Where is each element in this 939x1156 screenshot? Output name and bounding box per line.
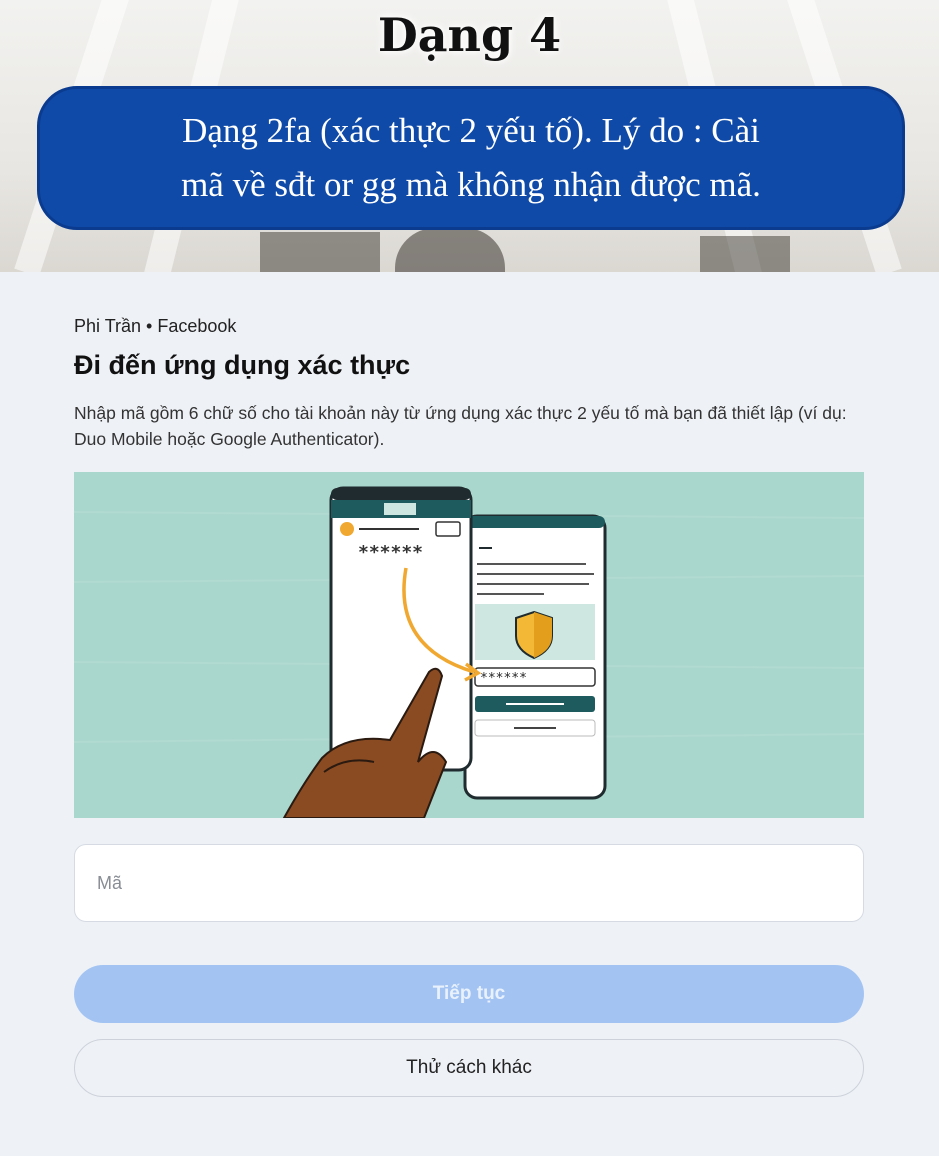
masked-code-right: ****** [480,671,527,686]
callout-line-2: mã về sđt or gg mà không nhận được mã. [181,165,761,204]
callout-box: Dạng 2fa (xác thực 2 yếu tố). Lý do : Cà… [37,86,905,230]
breadcrumb: Phi Trần • Facebook [74,316,237,336]
page-title: Đi đến ứng dụng xác thực [74,350,411,380]
page-description: Nhập mã gồm 6 chữ số cho tài khoản này t… [74,403,847,449]
masked-code-left: ****** [358,542,423,563]
callout-line-1: Dạng 2fa (xác thực 2 yếu tố). Lý do : Cà… [182,111,760,150]
auth-panel: Phi Trần • Facebook Đi đến ứng dụng xác … [0,272,939,1156]
authenticator-illustration: ****** ****** [74,472,864,818]
callout-text: Dạng 2fa (xác thực 2 yếu tố). Lý do : Cà… [181,104,761,212]
phone-right-icon: ****** [463,514,607,800]
banner-heading: Dạng 4 [377,8,562,62]
continue-button[interactable]: Tiếp tục [74,965,864,1023]
code-input[interactable] [74,844,864,922]
try-another-way-button[interactable]: Thử cách khác [74,1039,864,1097]
